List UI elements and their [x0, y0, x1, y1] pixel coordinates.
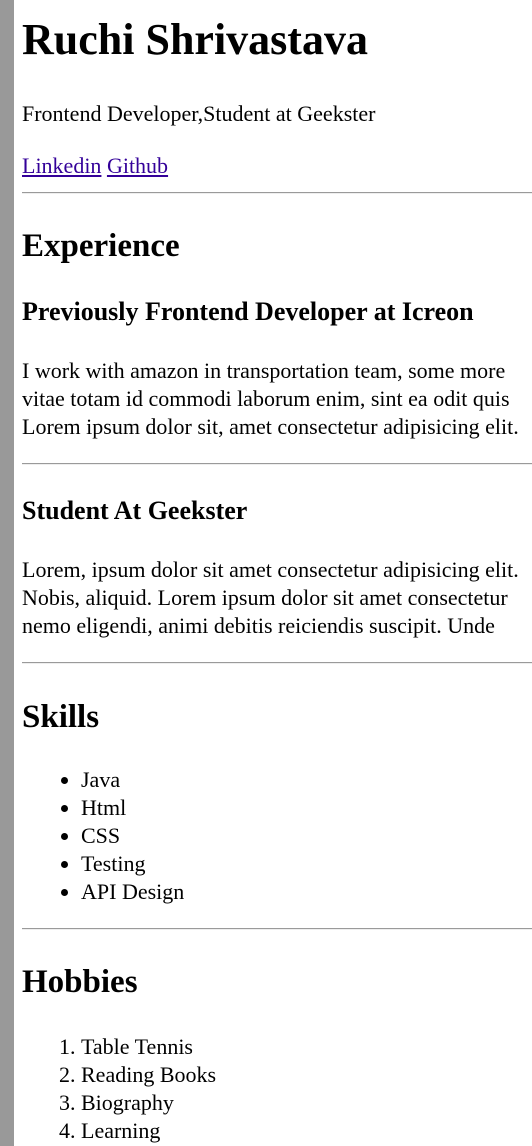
job-title-geekster: Student At Geekster: [22, 496, 248, 525]
description-line: I work with amazon in transportation tea…: [22, 358, 506, 383]
list-item: Table Tennis: [81, 1033, 216, 1061]
description-line: Lorem, ipsum dolor sit amet consectetur …: [22, 557, 519, 582]
list-item: Java: [81, 766, 184, 794]
job-description-geekster: Lorem, ipsum dolor sit amet consectetur …: [22, 556, 519, 640]
divider: [22, 928, 532, 930]
description-line: Lorem ipsum dolor sit, amet consectetur …: [22, 414, 519, 439]
list-item: Reading Books: [81, 1061, 216, 1089]
list-item: API Design: [81, 878, 184, 906]
divider: [22, 463, 532, 465]
page-title: Ruchi Shrivastava: [22, 15, 368, 64]
list-item: Learning: [81, 1117, 216, 1145]
profile-links: Linkedin Github: [22, 152, 168, 180]
list-item: CSS: [81, 822, 184, 850]
tagline: Frontend Developer,Student at Geekster: [22, 101, 376, 126]
hobbies-list: Table Tennis Reading Books Biography Lea…: [22, 1033, 216, 1145]
divider: [22, 662, 532, 664]
description-line: Nobis, aliquid. Lorem ipsum dolor sit am…: [22, 585, 508, 610]
job-title-icreon: Previously Frontend Developer at Icreon: [22, 297, 474, 326]
description-line: vitae totam id commodi laborum enim, sin…: [22, 386, 510, 411]
list-item: Testing: [81, 850, 184, 878]
window-left-edge: [0, 0, 14, 1146]
github-link[interactable]: Github: [107, 153, 168, 178]
job-description-icreon: I work with amazon in transportation tea…: [22, 357, 519, 441]
hobbies-heading: Hobbies: [22, 964, 138, 1000]
skills-heading: Skills: [22, 699, 100, 735]
experience-heading: Experience: [22, 228, 180, 264]
description-line: nemo eligendi, animi debitis reiciendis …: [22, 613, 495, 638]
list-item: Html: [81, 794, 184, 822]
skills-list: Java Html CSS Testing API Design: [22, 766, 184, 906]
divider: [22, 192, 532, 194]
linkedin-link[interactable]: Linkedin: [22, 153, 101, 178]
list-item: Biography: [81, 1089, 216, 1117]
